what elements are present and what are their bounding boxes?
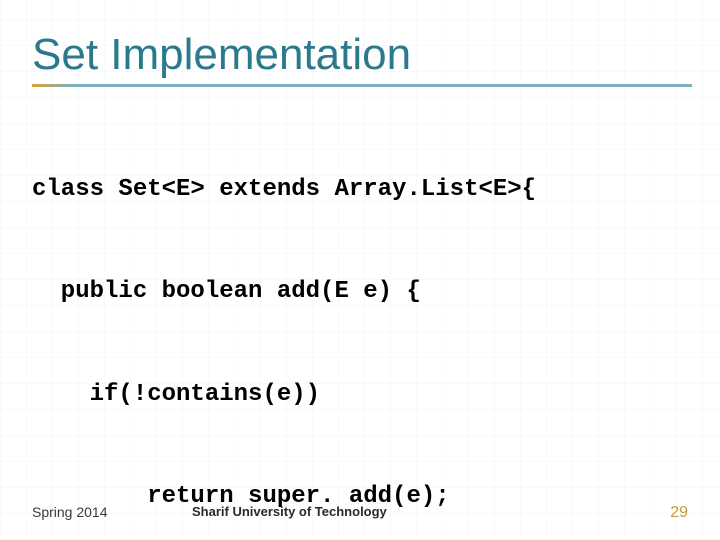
footer-term: Spring 2014 xyxy=(32,504,108,520)
code-line: if(!contains(e)) xyxy=(32,378,688,412)
code-line: public boolean add(E e) { xyxy=(32,275,688,309)
title-underline xyxy=(32,84,692,87)
code-line: class Set<E> extends Array.List<E>{ xyxy=(32,173,688,207)
slide: Set Implementation class Set<E> extends … xyxy=(0,0,720,540)
page-number: 29 xyxy=(670,504,688,522)
slide-title: Set Implementation xyxy=(32,30,688,80)
footer: Spring 2014 Sharif University of Technol… xyxy=(32,504,688,522)
footer-affiliation: Sharif University of Technology xyxy=(192,504,387,519)
code-block: class Set<E> extends Array.List<E>{ publ… xyxy=(32,105,688,540)
